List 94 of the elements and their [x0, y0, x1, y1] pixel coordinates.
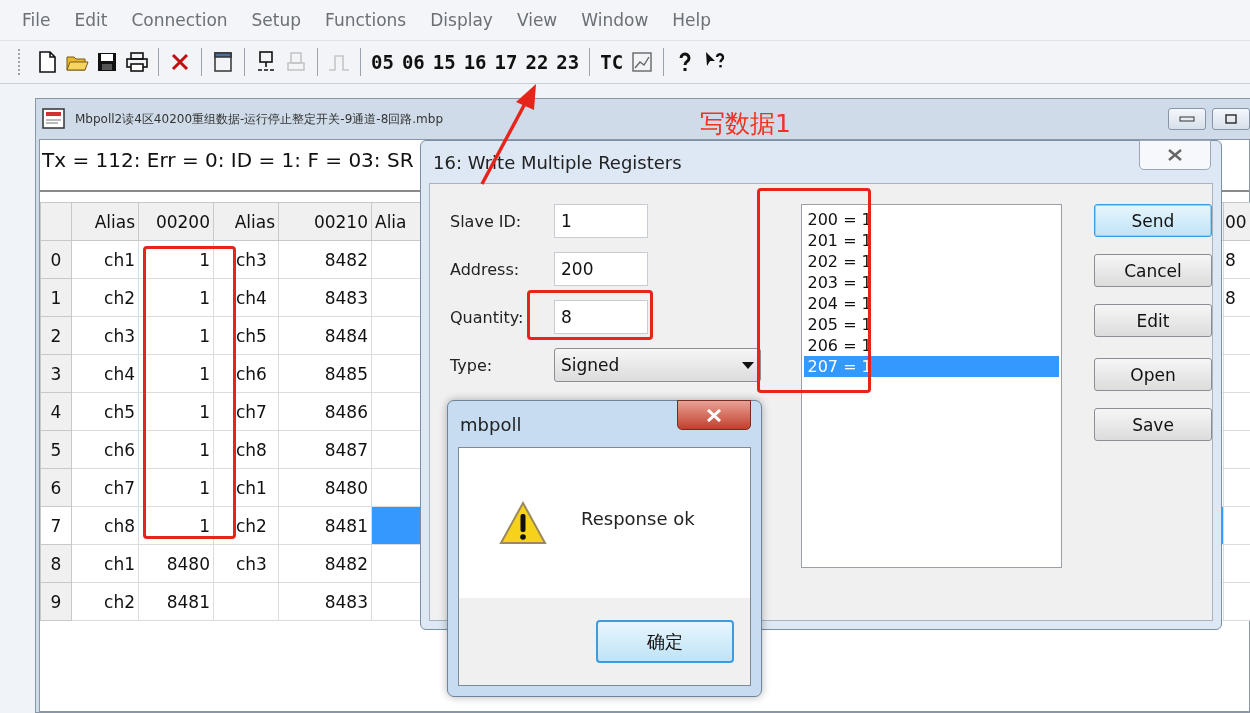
- table-cell: [213, 582, 279, 621]
- menu-item[interactable]: Edit: [62, 10, 120, 30]
- maximize-icon: [1225, 114, 1237, 124]
- table-cell: ch5: [71, 392, 139, 431]
- table-cell: 8485: [278, 354, 372, 393]
- minimize-button[interactable]: [1168, 108, 1206, 130]
- table-cell: ch3: [213, 544, 279, 583]
- table-cell: 8480: [138, 544, 214, 583]
- dialog-button[interactable]: Save: [1094, 408, 1212, 441]
- row-header[interactable]: 0: [40, 240, 72, 279]
- warning-icon: [499, 501, 547, 545]
- field-label: Address:: [450, 259, 521, 279]
- column-header[interactable]: 00210: [278, 202, 372, 241]
- type-dropdown[interactable]: Signed: [554, 348, 761, 382]
- dialog-button[interactable]: Open: [1094, 358, 1212, 391]
- column-header[interactable]: 00200: [138, 202, 214, 241]
- table-cell: ch3: [71, 316, 139, 355]
- close-button[interactable]: [1139, 140, 1211, 170]
- row-header[interactable]: 8: [40, 544, 72, 583]
- annotation-text: 写数据1: [700, 108, 791, 140]
- row-header[interactable]: 3: [40, 354, 72, 393]
- table-cell: 1: [138, 392, 214, 431]
- menu-item[interactable]: View: [504, 10, 570, 30]
- table-cell: 1: [138, 468, 214, 507]
- menu-item[interactable]: Connection: [119, 10, 240, 30]
- maximize-button[interactable]: [1212, 108, 1250, 130]
- menu-item[interactable]: Help: [660, 10, 724, 30]
- table-cell: 1: [138, 278, 214, 317]
- input-field[interactable]: 1: [554, 204, 648, 238]
- table-cell: 1: [138, 430, 214, 469]
- message-text: Response ok: [581, 507, 695, 529]
- chart-icon[interactable]: [630, 50, 655, 74]
- table-cell: ch2: [71, 278, 139, 317]
- table-cell: 8482: [278, 544, 372, 583]
- row-header[interactable]: 6: [40, 468, 72, 507]
- dialog-button[interactable]: Edit: [1094, 304, 1212, 337]
- window-icon[interactable]: [211, 50, 235, 74]
- table-cell: 1: [138, 316, 214, 355]
- table-cell: ch1: [71, 544, 139, 583]
- column-header[interactable]: Alias: [213, 202, 279, 241]
- ok-button[interactable]: 确定: [596, 620, 734, 663]
- row-header[interactable]: 1: [40, 278, 72, 317]
- table-cell: 1: [138, 354, 214, 393]
- toolbar-button[interactable]: 23: [553, 51, 583, 73]
- printer-icon[interactable]: [125, 50, 149, 74]
- table-cell: ch4: [71, 354, 139, 393]
- document-icon: [41, 107, 67, 131]
- row-header[interactable]: 7: [40, 506, 72, 545]
- table-cell: 8487: [278, 430, 372, 469]
- field-label: Quantity:: [450, 307, 525, 327]
- toolbar-button[interactable]: 15: [429, 51, 459, 73]
- table-cell: ch2: [71, 582, 139, 621]
- toolbar-button[interactable]: 16: [460, 51, 490, 73]
- toolbar-button[interactable]: 05: [368, 51, 397, 73]
- close-button[interactable]: [677, 400, 751, 430]
- close-icon: [1166, 148, 1184, 162]
- message-box-title: mbpoll: [460, 413, 522, 435]
- row-header[interactable]: 4: [40, 392, 72, 431]
- table-cell: 8483: [278, 582, 372, 621]
- table-cell: 8481: [278, 506, 372, 545]
- dialog-button[interactable]: Cancel: [1094, 254, 1212, 287]
- table-cell: 8486: [278, 392, 372, 431]
- menu-item[interactable]: Functions: [313, 10, 419, 30]
- toolbar-button[interactable]: 22: [522, 51, 552, 73]
- table-cell: ch6: [71, 430, 139, 469]
- input-field[interactable]: 200: [554, 252, 648, 286]
- table-cell: ch7: [71, 468, 139, 507]
- toolbar-button[interactable]: 17: [491, 51, 521, 73]
- menu-item[interactable]: Window: [569, 10, 661, 30]
- minimize-icon: [1179, 116, 1195, 122]
- row-header[interactable]: 9: [40, 582, 72, 621]
- close-icon: [706, 408, 722, 422]
- field-label: Type:: [450, 355, 494, 375]
- field-label: Slave ID:: [450, 211, 523, 231]
- dialog-button[interactable]: Send: [1094, 204, 1212, 237]
- menu-item[interactable]: Setup: [239, 10, 314, 30]
- table-cell: 8480: [278, 468, 372, 507]
- toolbar-button[interactable]: TC: [597, 51, 627, 73]
- table-cell: 8482: [278, 240, 372, 279]
- row-header[interactable]: 5: [40, 430, 72, 469]
- column-header[interactable]: 00: [1223, 202, 1250, 241]
- input-field[interactable]: 8: [554, 300, 648, 334]
- table-cell: 8484: [278, 316, 372, 355]
- dropdown-arrow-icon: [742, 361, 754, 369]
- table-cell: ch1: [71, 240, 139, 279]
- table-cell: 8481: [138, 582, 214, 621]
- menu-item[interactable]: File: [10, 10, 63, 30]
- table-cell: ch8: [71, 506, 139, 545]
- toolbar-button[interactable]: 06: [398, 51, 428, 73]
- menu-item[interactable]: Display: [418, 10, 505, 30]
- row-header[interactable]: 2: [40, 316, 72, 355]
- window-title: Mbpoll2读4区40200重组数据-运行停止整定开关-9通道-8回路.mbp: [75, 110, 444, 128]
- table-cell: 8483: [278, 278, 372, 317]
- column-header[interactable]: Alias: [71, 202, 139, 241]
